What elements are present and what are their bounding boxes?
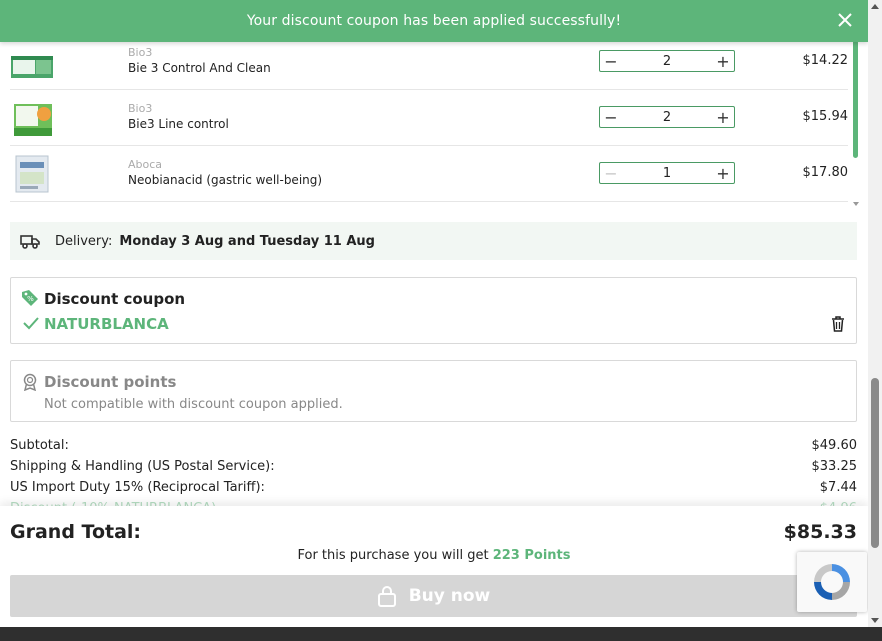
cart-item: Bio3 Bie 3 Control And Clean − 2 + $14.2…	[10, 34, 848, 90]
summary-row: Subtotal: $49.60	[10, 437, 857, 458]
product-name[interactable]: Bie 3 Control And Clean	[128, 61, 271, 75]
decrease-quantity-button[interactable]: −	[600, 107, 622, 127]
quantity-value[interactable]: 2	[622, 110, 712, 125]
truck-icon	[20, 235, 40, 249]
discount-coupon-section: % Discount coupon NATURBLANCA	[10, 277, 857, 344]
summary-label: Subtotal:	[10, 438, 69, 453]
points-note: Not compatible with discount coupon appl…	[44, 397, 343, 412]
product-name[interactable]: Neobianacid (gastric well-being)	[128, 173, 322, 187]
scrollbar-thumb[interactable]	[853, 40, 858, 158]
points-amount: 223 Points	[492, 548, 571, 563]
product-name[interactable]: Bie3 Line control	[128, 117, 229, 131]
order-summary: Subtotal: $49.60 Shipping & Handling (US…	[10, 437, 857, 510]
page-scrollbar-thumb[interactable]	[871, 378, 879, 548]
product-list-scrollbar[interactable]	[852, 40, 860, 206]
quantity-stepper: − 2 +	[599, 106, 735, 128]
discount-points-section: Discount points Not compatible with disc…	[10, 360, 857, 422]
product-image[interactable]	[10, 154, 56, 194]
delivery-dates: Monday 3 Aug and Tuesday 11 Aug	[119, 233, 375, 249]
product-brand: Bio3	[128, 102, 153, 115]
checkout-panel: Your discount coupon has been applied su…	[0, 0, 868, 627]
recaptcha-badge[interactable]	[797, 552, 867, 612]
points-prefix: For this purchase you will get	[297, 548, 489, 563]
delivery-info: Delivery: Monday 3 Aug and Tuesday 11 Au…	[10, 222, 857, 260]
summary-value: $7.44	[819, 480, 857, 495]
product-image[interactable]	[10, 98, 56, 138]
summary-label: Shipping & Handling (US Postal Service):	[10, 459, 275, 474]
coupon-title: Discount coupon	[44, 290, 186, 308]
cart-product-list[interactable]: Bio3 Bie 3 Control And Clean − 2 + $14.2…	[10, 34, 862, 206]
success-toast: Your discount coupon has been applied su…	[0, 0, 868, 42]
summary-value: $49.60	[811, 438, 858, 453]
applied-coupon-code: NATURBLANCA	[44, 315, 169, 333]
increase-quantity-button[interactable]: +	[712, 163, 734, 183]
buy-now-button[interactable]: Buy now	[10, 575, 857, 617]
trash-icon[interactable]	[831, 316, 845, 332]
award-icon	[23, 373, 37, 391]
product-price: $15.94	[802, 109, 849, 124]
summary-value: $33.25	[811, 459, 858, 474]
summary-row: Shipping & Handling (US Postal Service):…	[10, 458, 857, 479]
increase-quantity-button[interactable]: +	[712, 107, 734, 127]
decrease-quantity-button[interactable]: −	[600, 51, 622, 71]
svg-text:%: %	[27, 295, 34, 303]
quantity-stepper: − 2 +	[599, 50, 735, 72]
check-icon	[23, 317, 39, 330]
product-price: $17.80	[802, 165, 849, 180]
summary-label: US Import Duty 15% (Reciprocal Tariff):	[10, 480, 265, 495]
scroll-down-arrow[interactable]	[871, 618, 879, 623]
cart-item: Bio3 Bie3 Line control − 2 + $15.94	[10, 90, 848, 146]
product-brand: Aboca	[128, 158, 163, 171]
scroll-down-arrow[interactable]	[853, 202, 859, 206]
points-title: Discount points	[44, 373, 177, 391]
product-price: $14.22	[802, 53, 849, 68]
lock-icon	[377, 586, 396, 607]
product-image[interactable]	[10, 42, 56, 82]
checkout-footer: Grand Total: $85.33 For this purchase yo…	[0, 506, 868, 627]
quantity-value[interactable]: 2	[622, 54, 712, 69]
points-earned: For this purchase you will get 223 Point…	[0, 548, 868, 563]
increase-quantity-button[interactable]: +	[712, 51, 734, 71]
toast-message: Your discount coupon has been applied su…	[246, 13, 622, 29]
recaptcha-icon	[814, 564, 850, 600]
page-scrollbar[interactable]	[868, 0, 882, 627]
window-bottom-edge	[0, 627, 882, 641]
quantity-value[interactable]: 1	[622, 166, 712, 181]
close-icon[interactable]	[836, 11, 854, 29]
cart-item: Aboca Neobianacid (gastric well-being) −…	[10, 146, 848, 202]
coupon-tag-icon: %	[22, 290, 38, 306]
summary-row: US Import Duty 15% (Reciprocal Tariff): …	[10, 479, 857, 500]
quantity-stepper: − 1 +	[599, 162, 735, 184]
grand-total-value: $85.33	[783, 521, 857, 543]
buy-now-label: Buy now	[408, 586, 491, 606]
scroll-up-arrow[interactable]	[871, 4, 879, 9]
decrease-quantity-button[interactable]: −	[600, 163, 622, 183]
delivery-label: Delivery:	[55, 233, 113, 249]
product-brand: Bio3	[128, 46, 153, 59]
grand-total-label: Grand Total:	[10, 521, 142, 543]
